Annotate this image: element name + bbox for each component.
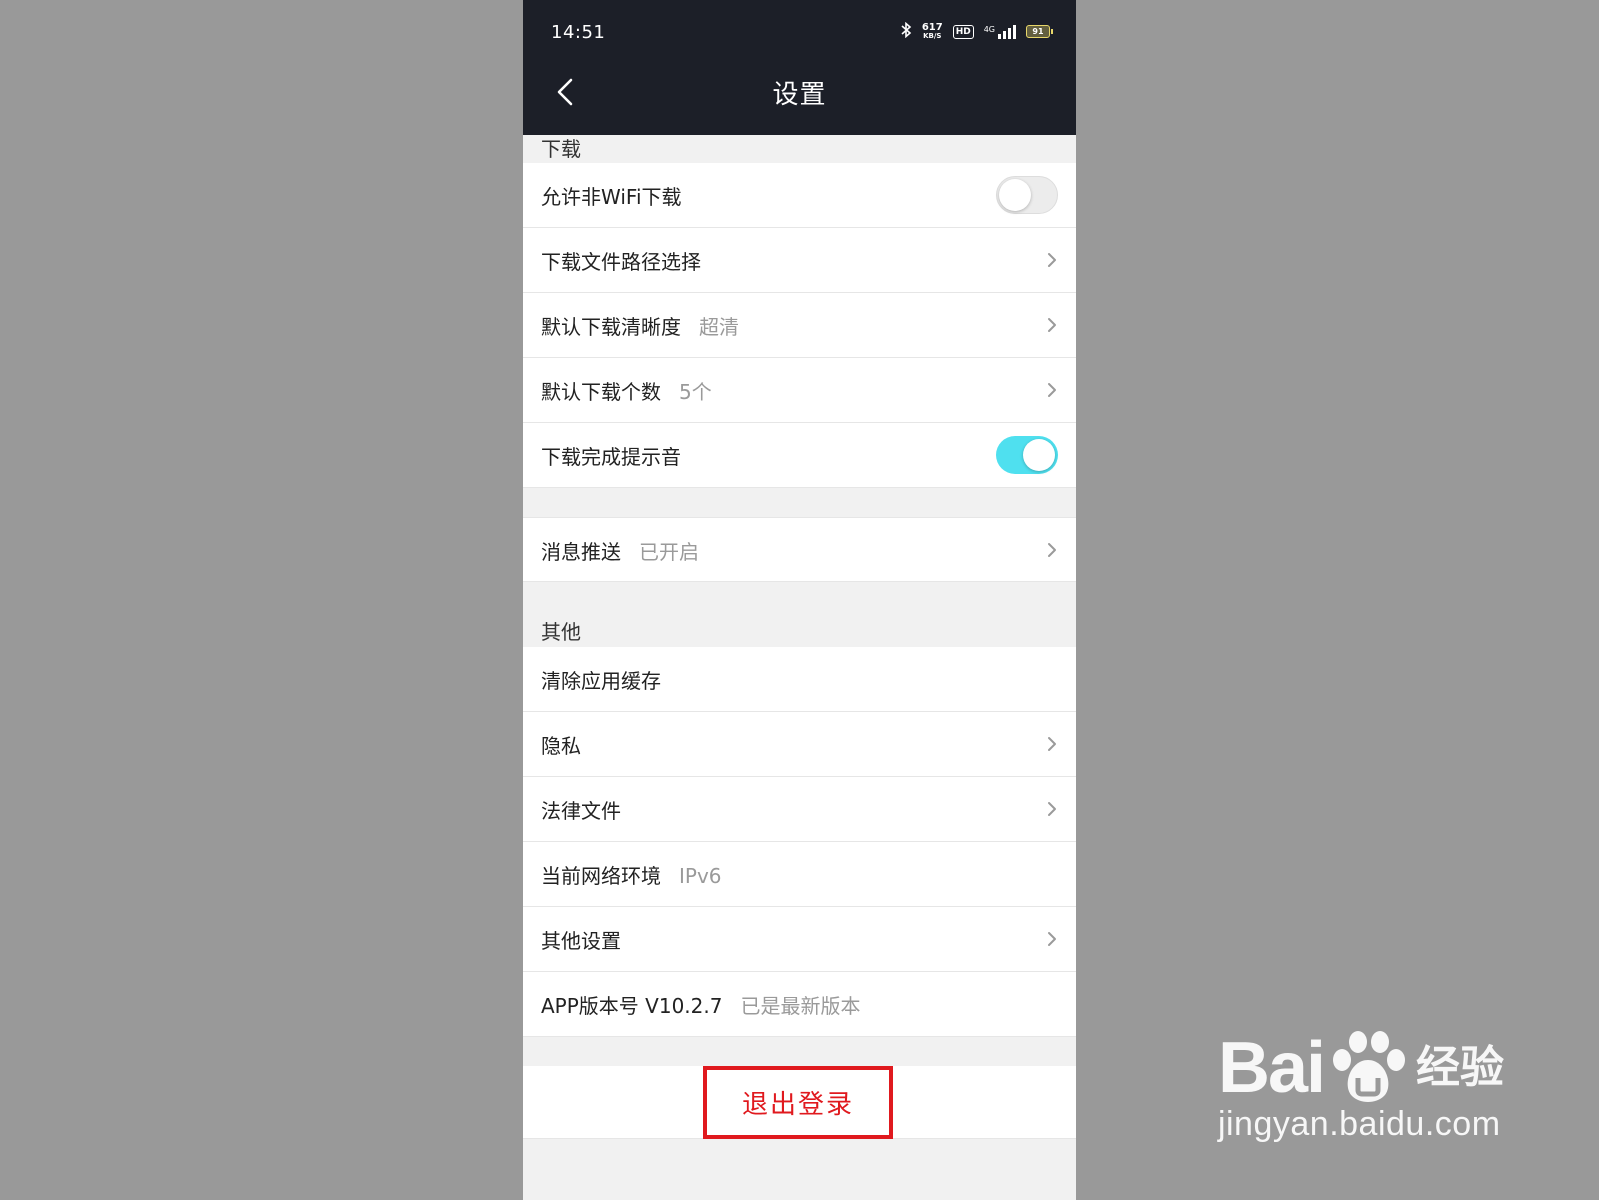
paw-icon (1333, 1031, 1405, 1102)
row-label: APP版本号 V10.2.7 已是最新版本 (541, 990, 860, 1019)
chevron-right-icon (1048, 737, 1056, 751)
battery-level: 91 (1032, 27, 1044, 36)
network-speed-unit: KB/S (923, 31, 942, 40)
row-value: 已开启 (639, 540, 699, 564)
non-wifi-download-toggle[interactable] (996, 176, 1058, 214)
status-icons: 617 KB/S HD 4G 91 (900, 21, 1053, 41)
row-legal-documents[interactable]: 法律文件 (523, 777, 1076, 842)
status-time: 14:51 (551, 22, 606, 43)
chevron-right-icon (1048, 932, 1056, 946)
row-label: 当前网络环境 IPv6 (541, 860, 722, 889)
battery-icon: 91 (1026, 25, 1053, 38)
row-value: 5个 (679, 380, 712, 404)
section-title-other: 其他 (541, 620, 581, 644)
logout-area: 退出登录 (523, 1066, 1076, 1139)
baidu-jingyan-watermark: Bai 经验 jingyan.baidu.com (1218, 1030, 1504, 1144)
row-label: 下载完成提示音 (541, 445, 681, 469)
download-complete-sound-toggle[interactable] (996, 436, 1058, 474)
row-network-environment: 当前网络环境 IPv6 (523, 842, 1076, 907)
row-value: 已是最新版本 (740, 994, 861, 1018)
watermark-logo: Bai 经验 (1218, 1030, 1504, 1105)
chevron-right-icon (1048, 318, 1056, 332)
chevron-right-icon (1048, 253, 1056, 267)
row-label: 默认下载清晰度 超清 (541, 311, 739, 340)
row-clear-cache[interactable]: 清除应用缓存 (523, 647, 1076, 712)
network-type-label: 4G (983, 24, 995, 34)
row-label: 隐私 (541, 734, 581, 758)
row-label: 其他设置 (541, 929, 621, 953)
row-other-settings[interactable]: 其他设置 (523, 907, 1076, 972)
row-label-text: 消息推送 (541, 540, 621, 564)
network-speed-value: 617 (921, 21, 943, 33)
watermark-brand-suffix: 经验 (1416, 1041, 1504, 1093)
row-default-download-count[interactable]: 默认下载个数 5个 (523, 358, 1076, 423)
bluetooth-icon (900, 21, 912, 41)
row-label-text: 当前网络环境 (541, 864, 661, 888)
row-allow-non-wifi-download[interactable]: 允许非WiFi下载 (523, 163, 1076, 228)
row-label-text: 默认下载清晰度 (541, 315, 681, 339)
row-value: 超清 (699, 315, 739, 339)
top-bar: 14:51 617 KB/S HD 4G 91 设置 (523, 0, 1076, 135)
row-download-complete-sound[interactable]: 下载完成提示音 (523, 423, 1076, 488)
chevron-right-icon (1048, 802, 1056, 816)
signal-icon: 4G (983, 24, 1016, 39)
row-label-text: 默认下载个数 (541, 380, 661, 404)
hd-icon: HD (952, 24, 974, 39)
row-label: 清除应用缓存 (541, 669, 661, 693)
watermark-url: jingyan.baidu.com (1217, 1105, 1501, 1143)
network-speed: 617 KB/S (921, 21, 943, 41)
row-label: 下载文件路径选择 (541, 250, 701, 274)
section-header-download: 下载 (523, 135, 1076, 163)
row-value: IPv6 (679, 864, 722, 888)
row-label: 允许非WiFi下载 (541, 185, 682, 209)
row-app-version[interactable]: APP版本号 V10.2.7 已是最新版本 (523, 972, 1076, 1037)
row-default-download-quality[interactable]: 默认下载清晰度 超清 (523, 293, 1076, 358)
logout-button[interactable]: 退出登录 (703, 1066, 893, 1139)
phone-screen: 14:51 617 KB/S HD 4G 91 设置 下载 允许非WiFi下载 … (523, 0, 1076, 1200)
chevron-right-icon (1048, 543, 1056, 557)
row-label: 默认下载个数 5个 (541, 376, 712, 405)
row-label-text: APP版本号 V10.2.7 (541, 994, 723, 1018)
section-title-download: 下载 (541, 137, 581, 161)
page-title: 设置 (772, 80, 827, 110)
row-privacy[interactable]: 隐私 (523, 712, 1076, 777)
row-message-push[interactable]: 消息推送 已开启 (523, 517, 1076, 582)
row-download-path[interactable]: 下载文件路径选择 (523, 228, 1076, 293)
row-label: 法律文件 (541, 799, 621, 823)
chevron-right-icon (1048, 383, 1056, 397)
watermark-brand-prefix: Bai (1217, 1027, 1326, 1108)
section-header-other: 其他 (523, 612, 1076, 647)
row-label: 消息推送 已开启 (541, 536, 699, 565)
